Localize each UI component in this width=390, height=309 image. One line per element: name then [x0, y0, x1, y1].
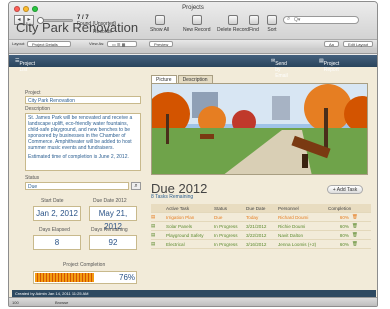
mode-label[interactable]: Browse [55, 300, 68, 305]
zoom-level[interactable]: 100 [12, 300, 19, 305]
status-bar: Created by Admin Jan 14, 2011 11:25 AM 1… [9, 290, 377, 306]
tasks-subtitle: 8 Tasks Remaining [151, 194, 194, 200]
col-due-date: Due Date [246, 205, 266, 211]
add-task-button[interactable]: + Add Task [327, 185, 363, 194]
layout-bar: Layout: Project Details View As: ▭ ☰ ▦ P… [9, 39, 377, 48]
col-personnel: Personnel [278, 205, 299, 211]
sort-icon [267, 15, 277, 25]
blue-header-bar: ☰ Project List ✉ Send by Email ▤ Project… [9, 55, 377, 79]
created-by-text: Created by Admin Jan 14, 2011 11:25 AM [12, 290, 376, 297]
layout-select[interactable]: Project Details [27, 41, 71, 47]
send-email-button[interactable]: ✉ Send by Email [271, 58, 288, 79]
find-button[interactable]: Find [249, 15, 259, 33]
find-icon [249, 15, 259, 25]
completion-value: 76% [119, 273, 136, 282]
completion-label: Project Completion [63, 262, 106, 268]
new-record-button[interactable]: New Record [183, 15, 211, 33]
edit-layout-button[interactable]: Edit Layout [343, 41, 374, 47]
page-title: City Park Renovation [16, 20, 139, 35]
status-field[interactable]: Due [25, 182, 129, 190]
days-elapsed-value: 8 [33, 235, 81, 250]
days-elapsed-label: Days Elapsed [39, 227, 70, 233]
view-as-label: View As: [89, 41, 105, 46]
col-completion: Completion [328, 205, 352, 211]
trash-icon[interactable]: 🗑 [352, 241, 362, 247]
days-remaining-label: Days Remaining [91, 227, 128, 233]
task-icon: ▤ [151, 214, 156, 219]
delete-record-icon [227, 15, 238, 25]
window-title: Projects [182, 5, 204, 11]
start-date-label: Start Date [41, 198, 64, 204]
aa-button[interactable]: Aa [324, 41, 339, 47]
days-remaining-value: 92 [89, 235, 137, 250]
col-active-task: Active Task [166, 205, 190, 211]
project-list-button[interactable]: ☰ Project List [15, 58, 35, 73]
description-field[interactable]: St. James Park will be renovated and rec… [25, 113, 141, 171]
trash-icon[interactable]: 🗑 [352, 232, 362, 238]
show-all-button[interactable]: Show All [150, 15, 169, 33]
task-icon: ▤ [151, 232, 156, 237]
table-row[interactable]: ▤ Electrical In Progress 3/16/2012 Jenna… [151, 240, 371, 249]
tasks-table: Active Task Status Due Date Personnel Co… [151, 204, 371, 249]
park-photo [151, 83, 368, 175]
show-all-icon [154, 15, 165, 25]
table-row[interactable]: ▤ Irrigation Plan Due Today Richard Doum… [151, 213, 371, 222]
table-header: Active Task Status Due Date Personnel Co… [151, 204, 371, 213]
sort-button[interactable]: Sort [267, 15, 277, 33]
delete-record-button[interactable]: Delete Record [217, 15, 249, 33]
park-photo-image [152, 84, 367, 174]
col-status: Status [214, 205, 228, 211]
start-date-value: Jan 2, 2012 [33, 206, 81, 221]
status-label: Status [25, 175, 40, 181]
search-icon[interactable]: ⌕ [131, 182, 141, 190]
project-report-button[interactable]: ▤ Project Report [319, 58, 339, 73]
preview-button[interactable]: Preview [149, 41, 174, 47]
due-date-value: May 21, 2012 [89, 206, 137, 231]
search-input[interactable]: Q▾ [283, 16, 359, 24]
table-row[interactable]: ▤ Playground Safety In Progress 3/22/201… [151, 231, 371, 240]
description-label: Description [25, 106, 51, 112]
table-row[interactable]: ▤ Solar Panels In Progress 3/21/2012 Ric… [151, 222, 371, 231]
app-window: Projects ◂ ▸ 7 / 7 Found (Unsorted) Reco… [8, 1, 378, 307]
layout-label: Layout: [12, 41, 26, 46]
task-icon: ▤ [151, 223, 156, 228]
completion-fill [35, 273, 94, 282]
trash-icon[interactable]: 🗑 [352, 214, 362, 220]
view-as-buttons[interactable]: ▭ ☰ ▦ [107, 41, 137, 47]
due-date-label: Due Date 2012 [93, 198, 127, 204]
new-record-icon [191, 15, 202, 25]
task-icon: ▤ [151, 241, 156, 246]
trash-icon[interactable]: 🗑 [352, 223, 362, 229]
project-field[interactable]: City Park Renovation [25, 96, 141, 104]
